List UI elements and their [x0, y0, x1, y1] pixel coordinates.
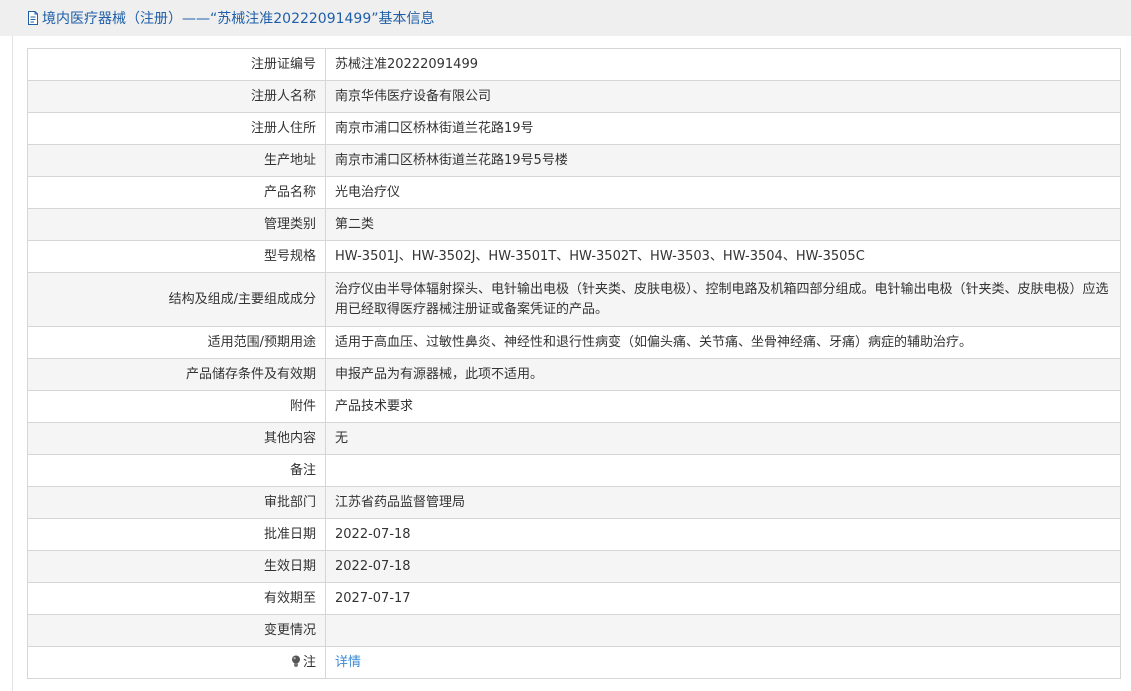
field-label: 注册人住所 — [27, 112, 326, 145]
table-row: 其他内容 无 — [27, 422, 1121, 455]
field-label: 附件 — [27, 390, 326, 423]
field-value: 江苏省药品监督管理局 — [325, 486, 1121, 519]
detail-table-body: 注册证编号 苏械注准20222091499 注册人名称 南京华伟医疗设备有限公司… — [27, 48, 1121, 679]
detail-table: 注册证编号 苏械注准20222091499 注册人名称 南京华伟医疗设备有限公司… — [27, 48, 1121, 679]
field-label: 变更情况 — [27, 614, 326, 647]
field-value: 南京华伟医疗设备有限公司 — [325, 80, 1121, 113]
field-label: 产品名称 — [27, 176, 326, 209]
field-value: 治疗仪由半导体辐射探头、电针输出电极（针夹类、皮肤电极）、控制电路及机箱四部分组… — [325, 272, 1121, 327]
field-label: 备注 — [27, 454, 326, 487]
details-link[interactable]: 详情 — [335, 655, 361, 670]
field-label: 结构及组成/主要组成成分 — [27, 272, 326, 327]
lightbulb-icon — [291, 654, 301, 667]
field-value: HW-3501J、HW-3502J、HW-3501T、HW-3502T、HW-3… — [325, 240, 1121, 273]
table-row: 管理类别 第二类 — [27, 208, 1121, 241]
field-label: 产品储存条件及有效期 — [27, 358, 326, 391]
page: 境内医疗器械（注册）——“苏械注准20222091499”基本信息 注册证编号 … — [0, 0, 1131, 691]
note-label-cell: 注 — [27, 646, 326, 679]
field-label: 有效期至 — [27, 582, 326, 615]
field-value: 适用于高血压、过敏性鼻炎、神经性和退行性病变（如偏头痛、关节痛、坐骨神经痛、牙痛… — [325, 326, 1121, 359]
field-label: 管理类别 — [27, 208, 326, 241]
field-label: 其他内容 — [27, 422, 326, 455]
field-value: 南京市浦口区桥林街道兰花路19号 — [325, 112, 1121, 145]
field-label: 生效日期 — [27, 550, 326, 583]
table-row: 生产地址 南京市浦口区桥林街道兰花路19号5号楼 — [27, 144, 1121, 177]
field-value: 2022-07-18 — [325, 550, 1121, 583]
field-value: 第二类 — [325, 208, 1121, 241]
table-row: 批准日期 2022-07-18 — [27, 518, 1121, 551]
field-label: 适用范围/预期用途 — [27, 326, 326, 359]
detail-panel: 注册证编号 苏械注准20222091499 注册人名称 南京华伟医疗设备有限公司… — [12, 36, 1131, 691]
field-label: 注册人名称 — [27, 80, 326, 113]
table-row: 有效期至 2027-07-17 — [27, 582, 1121, 615]
field-value: 苏械注准20222091499 — [325, 48, 1121, 81]
table-row: 注册人住所 南京市浦口区桥林街道兰花路19号 — [27, 112, 1121, 145]
table-row: 变更情况 — [27, 614, 1121, 647]
note-row: 注 详情 — [27, 646, 1121, 679]
note-value-cell: 详情 — [325, 646, 1121, 679]
table-row: 型号规格 HW-3501J、HW-3502J、HW-3501T、HW-3502T… — [27, 240, 1121, 273]
field-label: 生产地址 — [27, 144, 326, 177]
table-row: 审批部门 江苏省药品监督管理局 — [27, 486, 1121, 519]
field-value: 2022-07-18 — [325, 518, 1121, 551]
table-row: 适用范围/预期用途 适用于高血压、过敏性鼻炎、神经性和退行性病变（如偏头痛、关节… — [27, 326, 1121, 359]
field-value: 产品技术要求 — [325, 390, 1121, 423]
note-label: 注 — [302, 654, 316, 670]
field-value: 南京市浦口区桥林街道兰花路19号5号楼 — [325, 144, 1121, 177]
table-row: 附件 产品技术要求 — [27, 390, 1121, 423]
table-row: 备注 — [27, 454, 1121, 487]
field-label: 型号规格 — [27, 240, 326, 273]
table-row: 结构及组成/主要组成成分 治疗仪由半导体辐射探头、电针输出电极（针夹类、皮肤电极… — [27, 272, 1121, 327]
field-value: 光电治疗仪 — [325, 176, 1121, 209]
field-label: 批准日期 — [27, 518, 326, 551]
page-title: 境内医疗器械（注册）——“苏械注准20222091499”基本信息 — [42, 11, 435, 27]
table-row: 生效日期 2022-07-18 — [27, 550, 1121, 583]
field-value: 2027-07-17 — [325, 582, 1121, 615]
document-icon — [27, 11, 39, 25]
table-row: 产品名称 光电治疗仪 — [27, 176, 1121, 209]
field-label: 审批部门 — [27, 486, 326, 519]
table-row: 注册人名称 南京华伟医疗设备有限公司 — [27, 80, 1121, 113]
field-value: 无 — [325, 422, 1121, 455]
table-row: 注册证编号 苏械注准20222091499 — [27, 48, 1121, 81]
field-label: 注册证编号 — [27, 48, 326, 81]
field-value — [325, 454, 1121, 487]
table-row: 产品储存条件及有效期 申报产品为有源器械，此项不适用。 — [27, 358, 1121, 391]
field-value: 申报产品为有源器械，此项不适用。 — [325, 358, 1121, 391]
page-header: 境内医疗器械（注册）——“苏械注准20222091499”基本信息 — [0, 0, 1131, 36]
field-value — [325, 614, 1121, 647]
